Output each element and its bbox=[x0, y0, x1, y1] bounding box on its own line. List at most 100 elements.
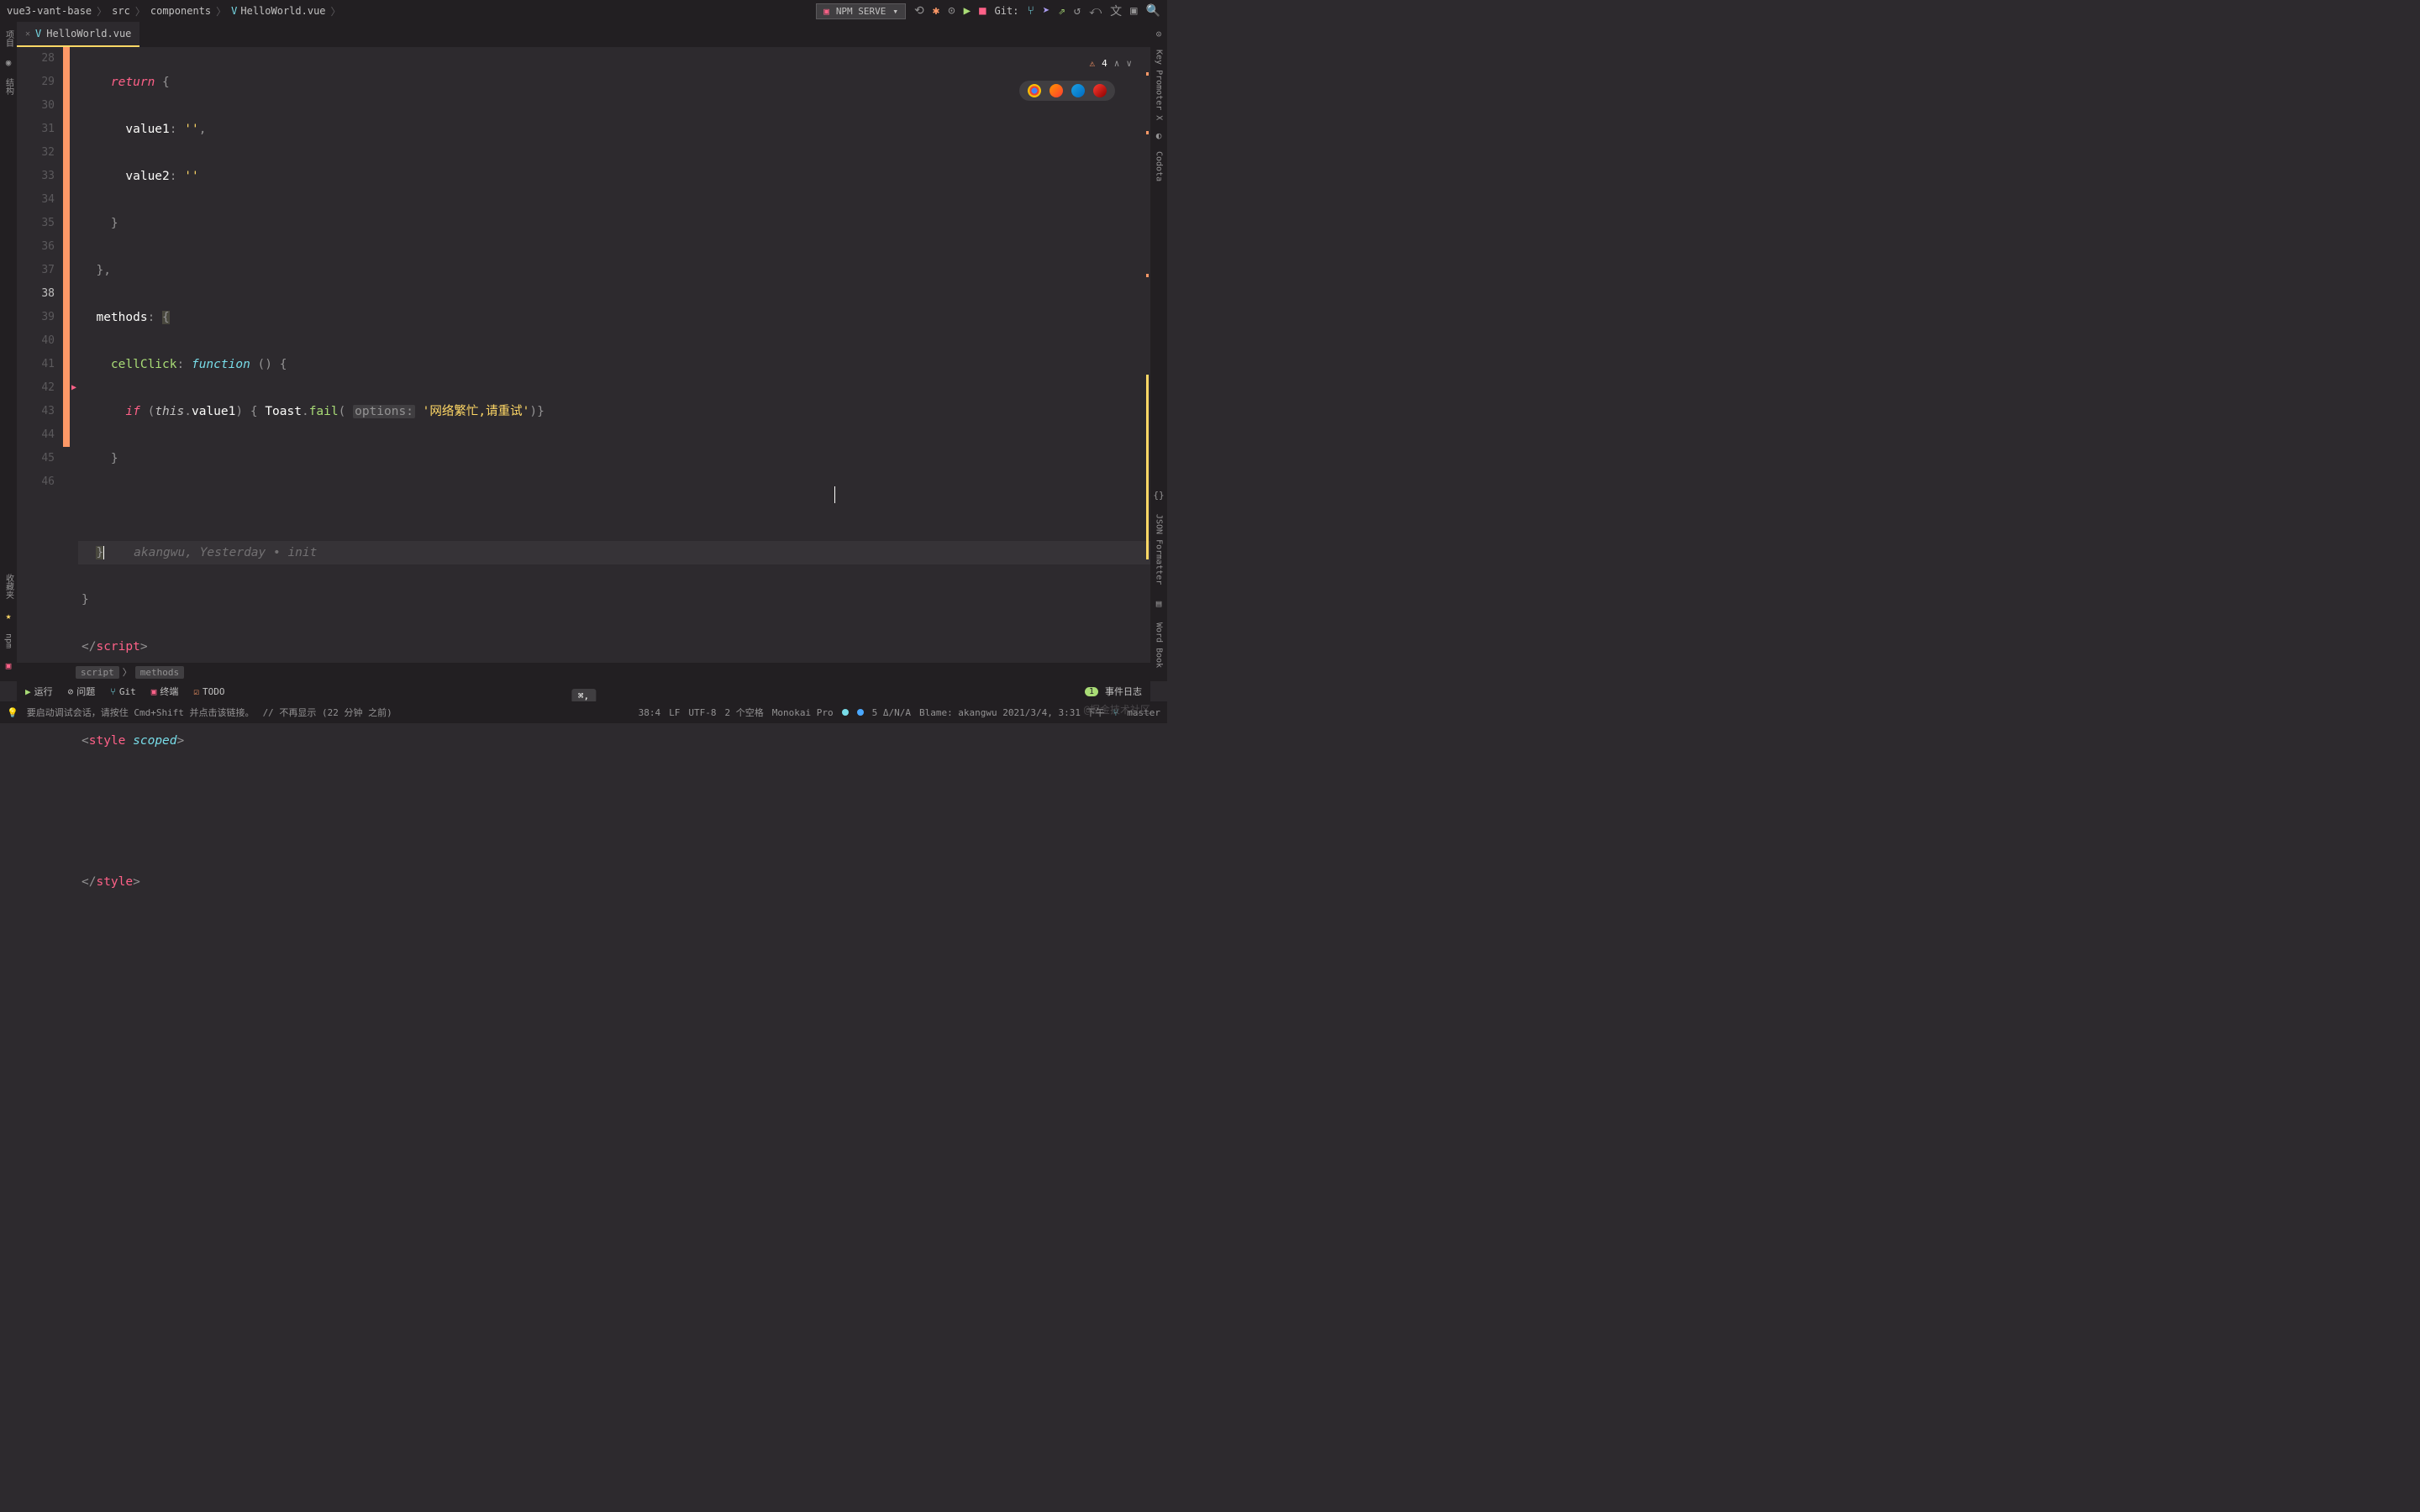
line-number[interactable]: 43 bbox=[17, 400, 55, 423]
commit-icon[interactable]: ➤ bbox=[1043, 4, 1050, 18]
safari-icon[interactable] bbox=[1071, 84, 1085, 97]
translate-icon[interactable]: 文 bbox=[1110, 3, 1122, 19]
code-content[interactable]: return { value1: '', value2: '' } }, met… bbox=[78, 47, 1150, 681]
line-number[interactable]: 31 bbox=[17, 118, 55, 141]
wakatime-delta[interactable]: 5 Δ/N/A bbox=[872, 707, 911, 718]
line-number[interactable]: 40 bbox=[17, 329, 55, 353]
breadcrumb-sep-icon: 〉 bbox=[331, 4, 341, 18]
event-log-button[interactable]: 事件日志 bbox=[1105, 685, 1142, 698]
breadcrumb-file[interactable]: HelloWorld.vue bbox=[240, 5, 325, 17]
breadcrumb-bar: vue3-vant-base 〉 src 〉 components 〉 V He… bbox=[0, 0, 1167, 22]
push-icon[interactable]: ⇗ bbox=[1058, 4, 1065, 18]
run-configuration-selector[interactable]: ▣ NPM SERVE ▾ bbox=[816, 3, 906, 19]
book-icon: ▤ bbox=[1156, 595, 1162, 612]
editor-tab[interactable]: ✕ V HelloWorld.vue bbox=[17, 22, 139, 47]
bulb-icon[interactable]: 💡 bbox=[7, 707, 18, 718]
warning-count: 4 bbox=[1102, 52, 1107, 76]
line-number[interactable]: 44 bbox=[17, 423, 55, 447]
line-number[interactable]: 33 bbox=[17, 165, 55, 188]
stop-icon[interactable]: ■ bbox=[979, 4, 986, 18]
line-number[interactable]: 46 bbox=[17, 470, 55, 494]
todo-icon: ☑ bbox=[193, 686, 199, 697]
fold-column: ▶ bbox=[70, 47, 78, 681]
fold-arrow-icon[interactable]: ▶ bbox=[70, 376, 78, 400]
error-stripe[interactable] bbox=[1144, 47, 1149, 681]
text-cursor bbox=[834, 486, 835, 503]
inspection-widget[interactable]: ⚠ 4 ∧ ∨ bbox=[1090, 52, 1133, 76]
opera-icon[interactable] bbox=[1093, 84, 1107, 97]
layout-icon[interactable]: ▣ bbox=[1130, 4, 1137, 18]
sidebar-structure[interactable]: 结构 bbox=[3, 73, 15, 100]
line-number[interactable]: 28 bbox=[17, 47, 55, 71]
branch-icon[interactable]: ⑂ bbox=[1027, 4, 1034, 18]
breadcrumb-script[interactable]: script bbox=[76, 666, 119, 679]
line-number[interactable]: 45 bbox=[17, 447, 55, 470]
next-highlight-icon[interactable]: ∨ bbox=[1126, 52, 1132, 76]
status-dot-icon bbox=[857, 709, 864, 716]
line-number[interactable]: 34 bbox=[17, 188, 55, 212]
sidebar-project[interactable]: 项目 bbox=[3, 25, 15, 52]
line-number-gutter: 28 29 30 31 32 33 34 35 36 37 38 39 40 4… bbox=[17, 47, 63, 681]
rollback-icon[interactable]: ⤺ bbox=[1089, 4, 1102, 18]
close-tab-icon[interactable]: ✕ bbox=[25, 29, 30, 39]
sidebar-favorites[interactable]: 收藏夹 bbox=[3, 569, 15, 604]
reload-icon[interactable]: ⟲ bbox=[914, 4, 924, 18]
bug-icon[interactable]: ✱ bbox=[933, 4, 939, 18]
firefox-icon[interactable] bbox=[1050, 84, 1063, 97]
line-number[interactable]: 32 bbox=[17, 141, 55, 165]
terminal-icon: ▣ bbox=[151, 686, 157, 697]
run-tool-button[interactable]: ▶运行 bbox=[25, 685, 53, 698]
play-icon[interactable]: ▶ bbox=[964, 4, 971, 18]
status-bar: 💡 要启动调试会话，请按住 Cmd+Shift 并点击该链接。 // 不再显示 … bbox=[0, 701, 1167, 723]
color-scheme[interactable]: Monokai Pro bbox=[772, 707, 834, 718]
line-number[interactable]: 30 bbox=[17, 94, 55, 118]
line-number[interactable]: 29 bbox=[17, 71, 55, 94]
breadcrumb-project[interactable]: vue3-vant-base bbox=[7, 5, 92, 17]
coverage-icon[interactable]: ⊙ bbox=[948, 4, 955, 18]
chrome-icon[interactable] bbox=[1028, 84, 1041, 97]
line-number[interactable]: 36 bbox=[17, 235, 55, 259]
history-icon[interactable]: ↺ bbox=[1074, 4, 1081, 18]
warning-icon: ⚠ bbox=[1090, 52, 1096, 76]
search-icon[interactable]: 🔍 bbox=[1146, 4, 1160, 18]
line-number[interactable]: 42 bbox=[17, 376, 55, 400]
prev-highlight-icon[interactable]: ∧ bbox=[1114, 52, 1120, 76]
vcs-change-marker bbox=[63, 47, 70, 681]
browser-preview-bar bbox=[1019, 81, 1115, 101]
indent-setting[interactable]: 2 个空格 bbox=[724, 706, 763, 719]
project-icon: ◉ bbox=[6, 54, 12, 71]
line-number[interactable]: 37 bbox=[17, 259, 55, 282]
cursor-position[interactable]: 38:4 bbox=[639, 707, 661, 718]
breadcrumb-components[interactable]: components bbox=[150, 5, 211, 17]
tab-filename: HelloWorld.vue bbox=[46, 28, 131, 39]
breadcrumb-sep-icon: 〉 bbox=[135, 4, 145, 18]
left-tool-sidebar: 项目 ◉ 结构 收藏夹 ★ npm ▣ bbox=[0, 22, 17, 681]
run-config-label: NPM SERVE bbox=[836, 6, 886, 17]
json-icon: {} bbox=[1153, 486, 1164, 504]
line-number[interactable]: 35 bbox=[17, 212, 55, 235]
watermark-text: @掘金技术社区 bbox=[1084, 702, 1150, 717]
line-number[interactable]: 41 bbox=[17, 353, 55, 376]
sidebar-json-formatter[interactable]: JSON Formatter bbox=[1155, 507, 1164, 591]
sidebar-word-book[interactable]: Word Book bbox=[1155, 616, 1164, 675]
breadcrumb-methods[interactable]: methods bbox=[135, 666, 184, 679]
line-number[interactable]: 38 bbox=[17, 282, 55, 306]
todo-tool-button[interactable]: ☑TODO bbox=[193, 686, 224, 697]
file-encoding[interactable]: UTF-8 bbox=[688, 707, 716, 718]
debug-hint-text: 要启动调试会话，请按住 Cmd+Shift 并点击该链接。 bbox=[27, 706, 255, 719]
dismiss-hint[interactable]: // 不再显示 (22 分钟 之前) bbox=[263, 706, 392, 719]
sidebar-npm[interactable]: npm bbox=[4, 628, 13, 654]
play-icon: ▶ bbox=[25, 686, 31, 697]
code-editor[interactable]: 28 29 30 31 32 33 34 35 36 37 38 39 40 4… bbox=[17, 47, 1150, 681]
event-count-badge: 1 bbox=[1085, 687, 1098, 696]
star-icon: ★ bbox=[6, 607, 12, 625]
problems-tool-button[interactable]: ⊘问题 bbox=[68, 685, 96, 698]
npm-icon: ▣ bbox=[6, 657, 12, 675]
git-tool-button[interactable]: ⑂Git bbox=[110, 686, 135, 697]
breadcrumb-src[interactable]: src bbox=[112, 5, 130, 17]
line-number[interactable]: 39 bbox=[17, 306, 55, 329]
git-blame-status[interactable]: Blame: akangwu 2021/3/4, 3:31 下午 bbox=[919, 706, 1105, 719]
terminal-tool-button[interactable]: ▣终端 bbox=[151, 685, 179, 698]
line-ending[interactable]: LF bbox=[669, 707, 680, 718]
breadcrumb-sep-icon: 〉 bbox=[216, 4, 226, 18]
